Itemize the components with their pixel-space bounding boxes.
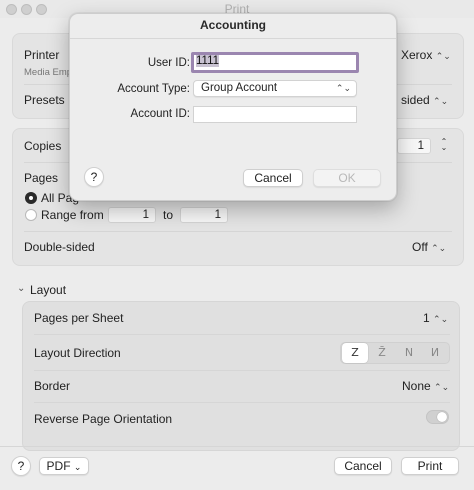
chevron-down-icon: ⌄ xyxy=(73,462,82,472)
pdf-menu-button[interactable]: PDF ⌄ xyxy=(39,457,89,475)
dialog-help-button[interactable]: ? xyxy=(84,167,104,187)
direction-n-icon[interactable]: N xyxy=(396,343,422,363)
border-popup[interactable]: None ⌃⌄ xyxy=(402,379,449,393)
popup-arrows-icon: ⌃⌄ xyxy=(431,243,447,253)
divider xyxy=(34,402,450,403)
account-type-popup[interactable]: Group Account ⌃⌄ xyxy=(193,80,357,97)
border-label: Border xyxy=(34,379,71,393)
pages-per-sheet-popup[interactable]: 1 ⌃⌄ xyxy=(423,311,448,325)
dialog-title: Accounting xyxy=(200,18,266,32)
account-type-label: Account Type: xyxy=(117,83,190,95)
popup-arrows-icon: ⌃⌄ xyxy=(434,382,450,392)
all-pages-radio[interactable] xyxy=(25,192,37,204)
accounting-dialog: Accounting User ID: 1111 Account Type: G… xyxy=(69,13,397,201)
double-sided-value: Off xyxy=(412,240,428,254)
user-id-label: User ID: xyxy=(147,57,190,69)
popup-arrows-icon: ⌃⌄ xyxy=(433,96,449,106)
pages-per-sheet-value: 1 xyxy=(423,311,430,325)
pdf-label: PDF xyxy=(46,459,71,473)
dialog-ok-button[interactable]: OK xyxy=(313,169,381,187)
account-type-value: Group Account xyxy=(201,82,278,94)
double-sided-popup[interactable]: Off ⌃⌄ xyxy=(412,240,446,254)
range-from-field[interactable]: 1 xyxy=(108,207,156,223)
direction-reverse-n-icon[interactable]: И xyxy=(422,343,448,363)
direction-reverse-z-icon[interactable]: Z̄ xyxy=(369,343,395,363)
user-id-field[interactable]: 1111 xyxy=(191,52,359,73)
layout-direction-label: Layout Direction xyxy=(34,346,121,360)
direction-z-icon[interactable]: Z xyxy=(342,343,368,363)
copies-label: Copies xyxy=(24,139,62,153)
dialog-cancel-button[interactable]: Cancel xyxy=(243,169,303,187)
layout-section-label: Layout xyxy=(30,283,67,297)
reverse-orientation-toggle[interactable] xyxy=(426,410,449,424)
help-button[interactable]: ? xyxy=(11,456,31,476)
printer-value: Xerox xyxy=(401,48,433,62)
divider xyxy=(34,370,450,371)
dialog-divider xyxy=(70,38,396,39)
account-id-label: Account ID: xyxy=(130,108,190,120)
cancel-button[interactable]: Cancel xyxy=(334,457,392,475)
range-radio[interactable] xyxy=(25,209,37,221)
range-label: Range from xyxy=(41,208,104,222)
presets-value: sided xyxy=(401,93,430,107)
layout-disclosure-chevron-icon[interactable]: ⌄ xyxy=(17,283,25,294)
range-to-label: to xyxy=(163,208,174,222)
presets-popup[interactable]: sided ⌃⌄ xyxy=(401,93,448,107)
popup-arrows-icon: ⌃⌄ xyxy=(433,314,449,324)
print-button[interactable]: Print xyxy=(401,457,459,475)
printer-sublabel: Media Emp xyxy=(24,67,73,78)
popup-arrows-icon: ⌃⌄ xyxy=(335,83,351,93)
pages-label: Pages xyxy=(24,171,59,185)
account-id-field[interactable] xyxy=(193,106,357,123)
copies-stepper[interactable]: ⌃ ⌄ xyxy=(440,138,448,152)
user-id-value: 1111 xyxy=(196,55,220,67)
popup-arrows-icon: ⌃⌄ xyxy=(435,51,451,61)
range-to-field[interactable]: 1 xyxy=(180,207,228,223)
reverse-orientation-label: Reverse Page Orientation xyxy=(34,412,173,426)
printer-popup[interactable]: Xerox ⌃⌄ xyxy=(401,48,451,62)
border-value: None xyxy=(402,379,431,393)
pages-per-sheet-label: Pages per Sheet xyxy=(34,311,124,325)
footer-divider xyxy=(0,446,474,447)
double-sided-label: Double-sided xyxy=(24,240,95,254)
divider xyxy=(24,231,452,232)
printer-label: Printer xyxy=(24,48,60,62)
copies-field[interactable]: 1 xyxy=(397,138,431,154)
divider xyxy=(34,334,450,335)
presets-label: Presets xyxy=(24,93,65,107)
